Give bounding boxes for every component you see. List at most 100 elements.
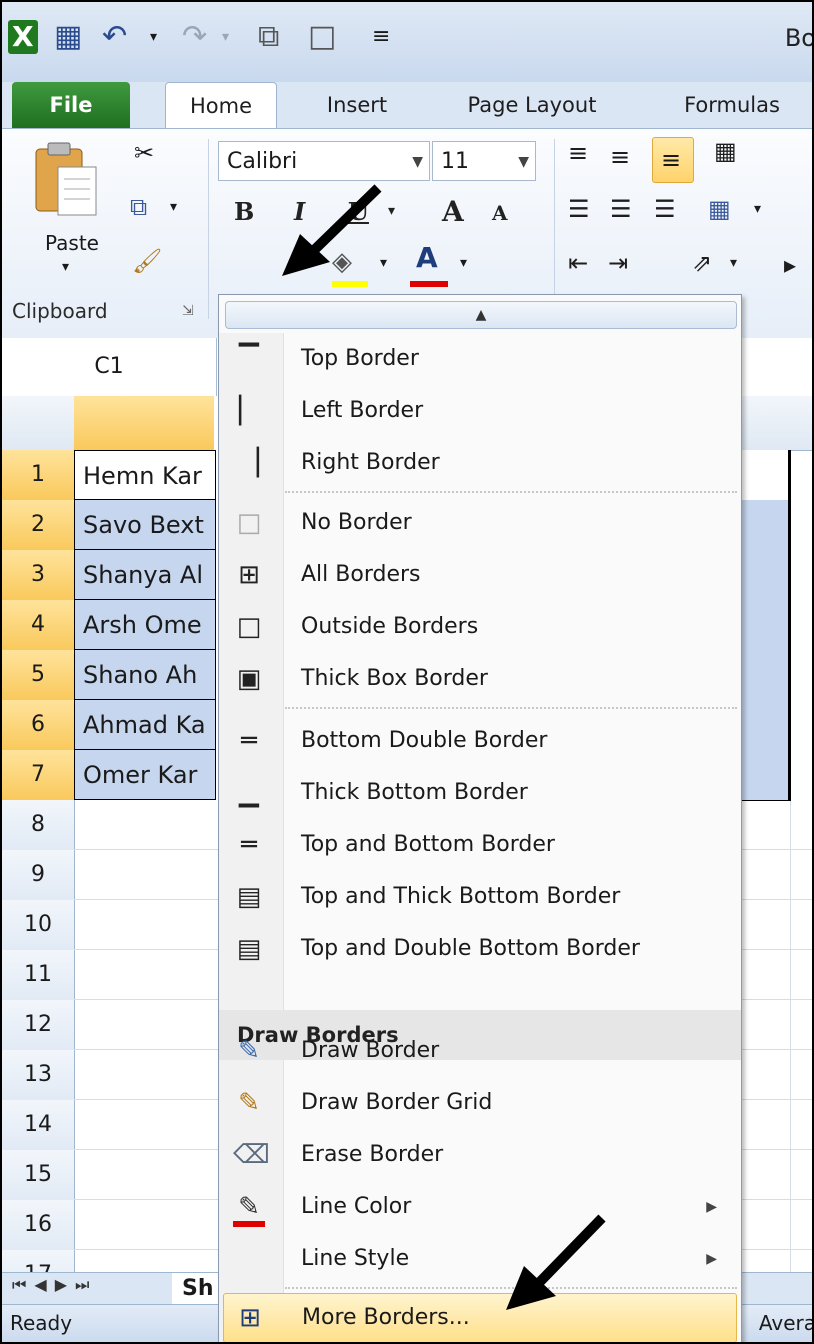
menu-scroll-up-button[interactable]: ▲ xyxy=(225,301,737,329)
increase-indent-icon[interactable]: ⇥ xyxy=(608,249,628,277)
select-all-corner[interactable] xyxy=(2,396,75,451)
copy-icon[interactable]: ⧉ xyxy=(130,193,147,221)
new-document-icon[interactable]: □ xyxy=(308,20,336,54)
row-header[interactable]: 16 xyxy=(2,1200,75,1251)
paste-label[interactable]: Paste xyxy=(32,231,112,255)
menu-item-left-border[interactable]: ▏ Left Border xyxy=(219,385,741,437)
row-header[interactable]: 4 xyxy=(2,600,75,651)
menu-item-line-style[interactable]: Line Style ▶ xyxy=(219,1233,741,1285)
row-header[interactable]: 10 xyxy=(2,900,75,951)
column-header-c[interactable] xyxy=(742,396,812,451)
cell-c[interactable] xyxy=(742,750,791,801)
column-header-a[interactable] xyxy=(74,396,214,451)
menu-item-erase-border[interactable]: ⌫ Erase Border xyxy=(219,1129,741,1181)
row-header[interactable]: 2 xyxy=(2,500,75,551)
menu-item-thick-box-border[interactable]: ▣ Thick Box Border xyxy=(219,653,741,705)
grow-font-button[interactable]: A xyxy=(442,195,464,228)
undo-icon[interactable]: ↶ xyxy=(102,20,127,54)
menu-item-draw-border[interactable]: ✎ Draw Border xyxy=(219,1025,741,1077)
cell-a[interactable]: Omer Kar xyxy=(74,750,216,800)
ltr-icon[interactable]: ▸ xyxy=(784,251,796,279)
sheet-nav-icons[interactable]: ⏮◀▶⏭ xyxy=(12,1275,97,1295)
menu-item-right-border[interactable]: ▕ Right Border xyxy=(219,437,741,489)
align-middle-icon[interactable]: ≡ xyxy=(610,143,630,171)
align-bottom-button[interactable]: ≡ xyxy=(652,137,694,183)
orientation-icon[interactable]: ⇗ xyxy=(692,249,712,277)
cell-c[interactable] xyxy=(742,500,791,551)
cell-c[interactable] xyxy=(742,600,791,651)
font-name-combo[interactable]: Calibri ▼ xyxy=(218,141,430,181)
menu-item-outside-borders[interactable]: □ Outside Borders xyxy=(219,601,741,653)
paste-icon[interactable] xyxy=(32,139,102,219)
menu-item-draw-border-grid[interactable]: ✎ Draw Border Grid xyxy=(219,1077,741,1129)
cell-c[interactable] xyxy=(742,650,791,701)
cell-a[interactable]: Shanya Al xyxy=(74,550,216,600)
cut-icon[interactable]: ✂ xyxy=(134,139,154,167)
cell-c[interactable] xyxy=(742,550,791,601)
align-top-icon[interactable]: ≡ xyxy=(568,139,588,167)
wrap-text-icon[interactable]: ▦ xyxy=(714,137,737,165)
menu-item-all-borders[interactable]: ⊞ All Borders xyxy=(219,549,741,601)
menu-item-top-bottom-border[interactable]: ═ Top and Bottom Border xyxy=(219,819,741,871)
copy-dropdown-icon[interactable]: ▾ xyxy=(170,199,177,215)
cell-c[interactable] xyxy=(742,700,791,751)
menu-item-top-double-bottom-border[interactable]: ▤ Top and Double Bottom Border xyxy=(219,923,741,975)
menu-item-more-borders[interactable]: ⊞ More Borders... xyxy=(223,1293,737,1342)
menu-item-thick-bottom-border[interactable]: ▁ Thick Bottom Border xyxy=(219,767,741,819)
row-header[interactable]: 14 xyxy=(2,1100,75,1151)
menu-item-top-thick-bottom-border[interactable]: ▤ Top and Thick Bottom Border xyxy=(219,871,741,923)
redo-dropdown-icon[interactable]: ▾ xyxy=(222,20,229,54)
tab-file[interactable]: File xyxy=(12,82,130,128)
name-box[interactable]: C1 xyxy=(2,338,217,396)
customize-qat-icon[interactable]: ≡ xyxy=(372,20,390,54)
copy-icon[interactable]: ⧉ xyxy=(258,20,279,54)
dialog-launcher-icon[interactable]: ⇲ xyxy=(182,303,194,319)
row-header[interactable]: 11 xyxy=(2,950,75,1001)
font-size-combo[interactable]: 11 ▼ xyxy=(432,141,536,181)
cell-a[interactable]: Ahmad Ka xyxy=(74,700,216,750)
row-header[interactable]: 15 xyxy=(2,1150,75,1201)
row-header[interactable]: 6 xyxy=(2,700,75,751)
row-header[interactable]: 9 xyxy=(2,850,75,901)
cell-c[interactable] xyxy=(742,450,791,501)
row-header[interactable]: 3 xyxy=(2,550,75,601)
tab-home[interactable]: Home xyxy=(165,82,277,129)
merge-dropdown-icon[interactable]: ▾ xyxy=(754,201,761,217)
tab-insert[interactable]: Insert xyxy=(307,82,407,128)
row-header[interactable]: 5 xyxy=(2,650,75,701)
bold-button[interactable]: B xyxy=(234,197,254,226)
undo-dropdown-icon[interactable]: ▾ xyxy=(150,20,157,54)
merge-center-icon[interactable]: ▦ xyxy=(708,195,731,223)
chevron-down-icon[interactable]: ▼ xyxy=(518,142,529,182)
row-header[interactable]: 7 xyxy=(2,750,75,801)
shrink-font-button[interactable]: A xyxy=(492,201,508,225)
excel-logo-icon[interactable]: X xyxy=(8,20,38,54)
chevron-down-icon[interactable]: ▼ xyxy=(412,142,423,182)
cell-a[interactable]: Hemn Kar xyxy=(74,450,216,500)
row-header[interactable]: 8 xyxy=(2,800,75,851)
orientation-dropdown-icon[interactable]: ▾ xyxy=(730,255,737,271)
align-left-icon[interactable]: ☰ xyxy=(568,195,590,223)
menu-item-top-border[interactable]: ▔ Top Border xyxy=(219,333,741,385)
tab-page-layout[interactable]: Page Layout xyxy=(442,82,622,128)
save-icon[interactable]: ▦ xyxy=(54,20,82,54)
align-right-icon[interactable]: ☰ xyxy=(654,195,676,223)
decrease-indent-icon[interactable]: ⇤ xyxy=(568,249,588,277)
tab-formulas[interactable]: Formulas xyxy=(662,82,802,128)
row-header[interactable]: 1 xyxy=(2,450,75,501)
menu-item-line-color[interactable]: ✎ Line Color ▶ xyxy=(219,1181,741,1233)
underline-dropdown-icon[interactable]: ▾ xyxy=(388,203,395,219)
font-color-dropdown-icon[interactable]: ▾ xyxy=(460,255,467,271)
paste-dropdown-icon[interactable]: ▾ xyxy=(62,259,69,275)
menu-item-bottom-double-border[interactable]: ═ Bottom Double Border xyxy=(219,715,741,767)
font-color-icon[interactable]: A xyxy=(416,241,438,274)
cell-a[interactable]: Savo Bext xyxy=(74,500,216,550)
redo-icon[interactable]: ↷ xyxy=(182,20,207,54)
cell-a[interactable]: Shano Ah xyxy=(74,650,216,700)
align-center-icon[interactable]: ☰ xyxy=(610,195,632,223)
menu-item-no-border[interactable]: □ No Border xyxy=(219,497,741,549)
row-header[interactable]: 13 xyxy=(2,1050,75,1101)
cell-a[interactable]: Arsh Ome xyxy=(74,600,216,650)
format-painter-icon[interactable]: 🖌 xyxy=(132,247,162,275)
row-header[interactable]: 12 xyxy=(2,1000,75,1051)
